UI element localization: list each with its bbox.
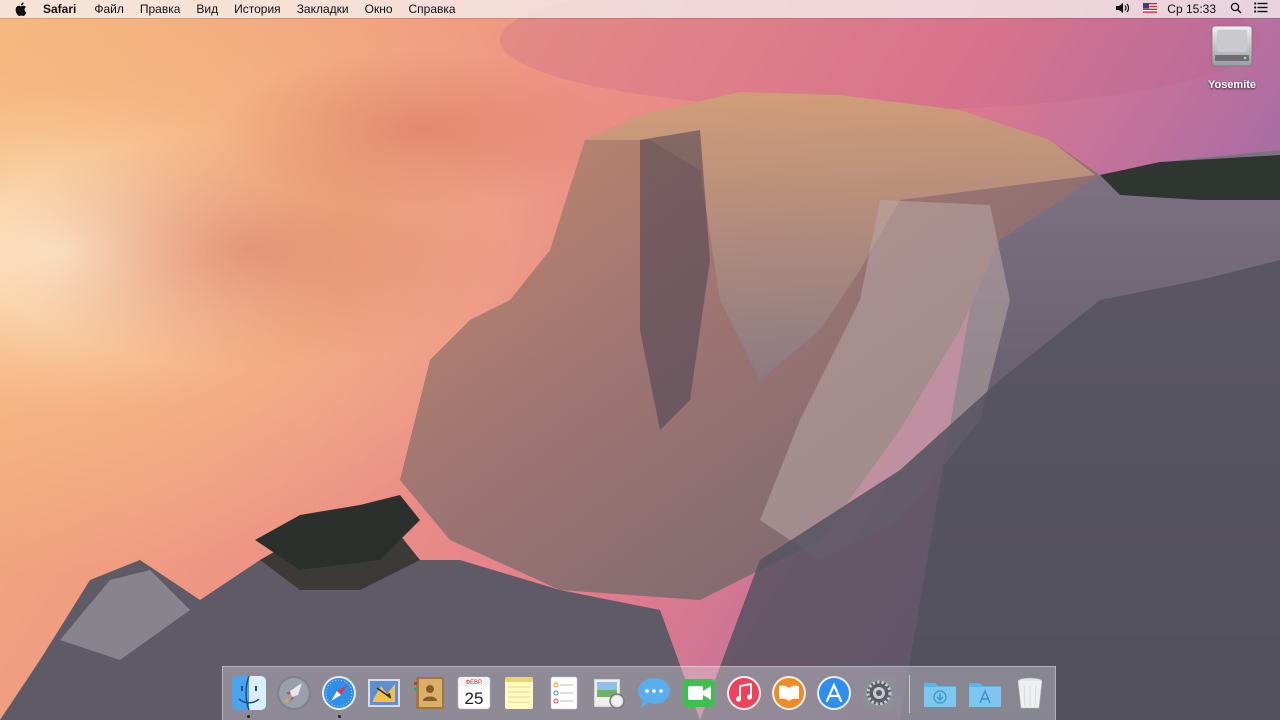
menu-window[interactable]: Окно bbox=[357, 0, 401, 18]
calendar-month: ФЕВР. bbox=[465, 680, 482, 686]
menubar-clock[interactable]: Ср 15:33 bbox=[1167, 2, 1216, 16]
dock-item-safari[interactable] bbox=[320, 674, 358, 712]
status-area: Ср 15:33 bbox=[1109, 0, 1280, 18]
dock-item-calendar[interactable]: ФЕВР. 25 bbox=[455, 674, 493, 712]
menu-app-name[interactable]: Safari bbox=[43, 0, 84, 18]
finder-icon bbox=[232, 675, 266, 711]
mail-icon bbox=[368, 679, 400, 707]
menu-file[interactable]: Файл bbox=[86, 0, 132, 18]
dock-item-trash[interactable] bbox=[1011, 674, 1049, 712]
trash-icon bbox=[1017, 677, 1043, 709]
applications-folder-icon bbox=[969, 683, 1001, 707]
dock-separator bbox=[909, 675, 910, 713]
menu-edit[interactable]: Правка bbox=[132, 0, 189, 18]
reminders-icon bbox=[550, 676, 578, 710]
notes-icon bbox=[505, 677, 533, 709]
desktop-wallpaper bbox=[0, 0, 1280, 720]
dock: ФЕВР. 25 bbox=[222, 666, 1056, 720]
dock-item-launchpad[interactable] bbox=[275, 674, 313, 712]
us-flag-icon[interactable] bbox=[1143, 2, 1158, 16]
menu-history[interactable]: История bbox=[226, 0, 289, 18]
facetime-icon bbox=[683, 679, 715, 707]
running-indicator bbox=[338, 715, 341, 718]
menu-bookmarks[interactable]: Закладки bbox=[289, 0, 357, 18]
running-indicator bbox=[247, 715, 250, 718]
preview-icon bbox=[593, 678, 625, 709]
calendar-day: 25 bbox=[465, 689, 484, 708]
menu-help[interactable]: Справка bbox=[401, 0, 464, 18]
messages-icon bbox=[638, 678, 670, 708]
desktop-icon-yosemite[interactable]: Yosemite bbox=[1196, 22, 1268, 91]
hard-disk-icon bbox=[1209, 25, 1255, 76]
dock-item-mail[interactable] bbox=[365, 674, 403, 712]
app-store-icon bbox=[817, 676, 851, 710]
dock-item-contacts[interactable] bbox=[410, 674, 448, 712]
menu-bar: Safari Файл Правка Вид История Закладки … bbox=[0, 0, 1280, 18]
notification-center-icon[interactable] bbox=[1254, 2, 1268, 16]
spotlight-icon[interactable] bbox=[1230, 2, 1242, 17]
dock-item-app-store[interactable] bbox=[815, 674, 853, 712]
dock-item-system-preferences[interactable] bbox=[860, 674, 898, 712]
dock-item-messages[interactable] bbox=[635, 674, 673, 712]
dock-item-downloads[interactable] bbox=[921, 674, 959, 712]
dock-item-reminders[interactable] bbox=[545, 674, 583, 712]
dock-item-itunes[interactable] bbox=[725, 674, 763, 712]
desktop-icon-label: Yosemite bbox=[1207, 79, 1257, 91]
downloads-folder-icon bbox=[924, 683, 956, 707]
dock-item-applications[interactable] bbox=[966, 674, 1004, 712]
system-preferences-icon bbox=[863, 677, 895, 709]
calendar-icon: ФЕВР. 25 bbox=[457, 676, 491, 710]
volume-icon[interactable] bbox=[1115, 2, 1131, 17]
apple-menu-icon[interactable] bbox=[15, 2, 29, 16]
ibooks-icon bbox=[772, 676, 806, 710]
menu-view[interactable]: Вид bbox=[188, 0, 226, 18]
dock-item-finder[interactable] bbox=[230, 674, 268, 712]
safari-icon bbox=[322, 676, 356, 710]
itunes-icon bbox=[727, 676, 761, 710]
dock-item-notes[interactable] bbox=[500, 674, 538, 712]
dock-item-ibooks[interactable] bbox=[770, 674, 808, 712]
launchpad-icon bbox=[277, 676, 311, 710]
dock-item-facetime[interactable] bbox=[680, 674, 718, 712]
contacts-icon bbox=[414, 677, 444, 709]
dock-item-preview[interactable] bbox=[590, 674, 628, 712]
